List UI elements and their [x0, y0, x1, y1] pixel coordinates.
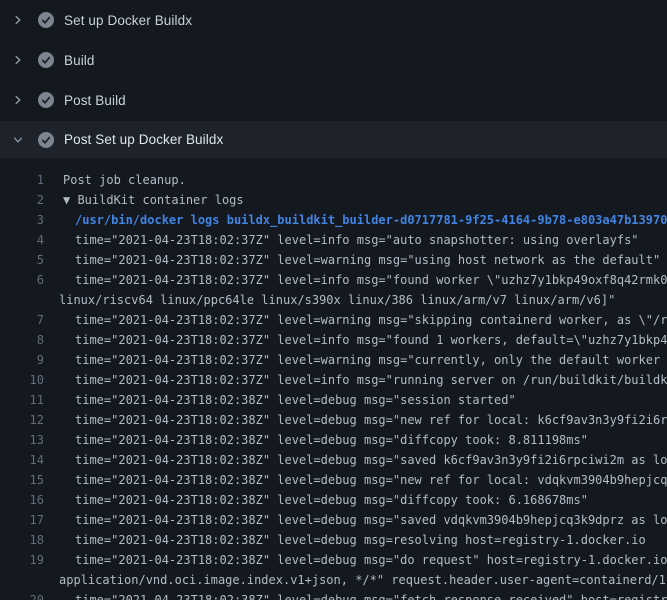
log-line: 8 time="2021-04-23T18:02:37Z" level=info… [0, 330, 667, 350]
log-line-number[interactable]: 8 [0, 330, 44, 350]
log-line-number[interactable]: 13 [0, 430, 44, 450]
log-line-number[interactable]: 18 [0, 530, 44, 550]
log-line-text: time="2021-04-23T18:02:38Z" level=debug … [44, 410, 667, 430]
log-line-text: application/vnd.oci.image.index.v1+json,… [44, 570, 667, 590]
log-line: 13 time="2021-04-23T18:02:38Z" level=deb… [0, 430, 667, 450]
log-line-text: time="2021-04-23T18:02:38Z" level=debug … [44, 550, 667, 570]
log-line: 11 time="2021-04-23T18:02:38Z" level=deb… [0, 390, 667, 410]
log-line-number[interactable]: 10 [0, 370, 44, 390]
log-line-text: Post job cleanup. [44, 170, 186, 190]
log-line: 20 time="2021-04-23T18:02:38Z" level=deb… [0, 590, 667, 600]
log-line-number[interactable]: 7 [0, 310, 44, 330]
step-row[interactable]: Post Set up Docker Buildx [0, 120, 667, 158]
check-circle-icon [38, 52, 54, 68]
log-line-number[interactable]: 3 [0, 210, 44, 230]
log-line: 2 ▼ BuildKit container logs [0, 190, 667, 210]
log-line: 10 time="2021-04-23T18:02:37Z" level=inf… [0, 370, 667, 390]
log-line-text: time="2021-04-23T18:02:37Z" level=warnin… [44, 310, 667, 330]
log-line: 4 time="2021-04-23T18:02:37Z" level=info… [0, 230, 667, 250]
step-label: Set up Docker Buildx [64, 13, 192, 28]
log-line: linux/riscv64 linux/ppc64le linux/s390x … [0, 290, 667, 310]
check-circle-icon [38, 92, 54, 108]
log-line: 1 Post job cleanup. [0, 170, 667, 190]
step-list: Set up Docker Buildx Build Post Buil [0, 0, 667, 158]
log-line: 7 time="2021-04-23T18:02:37Z" level=warn… [0, 310, 667, 330]
log-line-text: time="2021-04-23T18:02:37Z" level=warnin… [44, 250, 660, 270]
log-line: 5 time="2021-04-23T18:02:37Z" level=warn… [0, 250, 667, 270]
log-line-number[interactable]: 20 [0, 590, 44, 600]
step-label: Build [64, 53, 95, 68]
chevron-right-icon[interactable] [12, 52, 24, 68]
chevron-right-icon[interactable] [12, 92, 24, 108]
log-line-number [0, 290, 44, 310]
log-line-text: time="2021-04-23T18:02:37Z" level=warnin… [44, 350, 667, 370]
log-line-text: time="2021-04-23T18:02:37Z" level=info m… [44, 330, 667, 350]
log-line-text: time="2021-04-23T18:02:37Z" level=info m… [44, 230, 639, 250]
step-row[interactable]: Post Build [0, 80, 667, 120]
log-line: 18 time="2021-04-23T18:02:38Z" level=deb… [0, 530, 667, 550]
log-line-number[interactable]: 4 [0, 230, 44, 250]
command-line-text: /usr/bin/docker logs buildx_buildkit_bui… [44, 210, 667, 230]
log-line: 15 time="2021-04-23T18:02:38Z" level=deb… [0, 470, 667, 490]
log-line-number[interactable]: 16 [0, 490, 44, 510]
log-line-text: time="2021-04-23T18:02:38Z" level=debug … [44, 510, 667, 530]
log-line-text: time="2021-04-23T18:02:38Z" level=debug … [44, 470, 667, 490]
log-line-number[interactable]: 9 [0, 350, 44, 370]
log-line-text: time="2021-04-23T18:02:38Z" level=debug … [44, 490, 588, 510]
log-line-number[interactable]: 19 [0, 550, 44, 570]
log-line: application/vnd.oci.image.index.v1+json,… [0, 570, 667, 590]
step-label: Post Build [64, 93, 126, 108]
log-line-number [0, 570, 44, 590]
log-line-text: time="2021-04-23T18:02:37Z" level=info m… [44, 370, 667, 390]
log-line: 6 time="2021-04-23T18:02:37Z" level=info… [0, 270, 667, 290]
log-line-number[interactable]: 14 [0, 450, 44, 470]
log-line-text: time="2021-04-23T18:02:38Z" level=debug … [44, 390, 516, 410]
check-circle-icon [38, 12, 54, 28]
log-line: 9 time="2021-04-23T18:02:37Z" level=warn… [0, 350, 667, 370]
log-line-number[interactable]: 5 [0, 250, 44, 270]
log-line: 16 time="2021-04-23T18:02:38Z" level=deb… [0, 490, 667, 510]
chevron-down-icon[interactable] [12, 132, 24, 148]
log-line-text: time="2021-04-23T18:02:38Z" level=debug … [44, 430, 588, 450]
log-line-text: time="2021-04-23T18:02:38Z" level=debug … [44, 590, 667, 600]
log-line-text: linux/riscv64 linux/ppc64le linux/s390x … [44, 290, 615, 310]
log-line-number[interactable]: 15 [0, 470, 44, 490]
log-line: 17 time="2021-04-23T18:02:38Z" level=deb… [0, 510, 667, 530]
log-line: 12 time="2021-04-23T18:02:38Z" level=deb… [0, 410, 667, 430]
log-line-text: time="2021-04-23T18:02:38Z" level=debug … [44, 450, 667, 470]
step-row[interactable]: Set up Docker Buildx [0, 0, 667, 40]
actions-log-viewer: Set up Docker Buildx Build Post Buil [0, 0, 667, 600]
step-row[interactable]: Build [0, 40, 667, 80]
log-line-number[interactable]: 17 [0, 510, 44, 530]
log-panel: 1 Post job cleanup. 2 ▼ BuildKit contain… [0, 158, 667, 600]
step-label: Post Set up Docker Buildx [64, 132, 223, 147]
log-line: 14 time="2021-04-23T18:02:38Z" level=deb… [0, 450, 667, 470]
check-circle-icon [38, 132, 54, 148]
chevron-right-icon[interactable] [12, 12, 24, 28]
log-line-number[interactable]: 6 [0, 270, 44, 290]
log-line-text: time="2021-04-23T18:02:37Z" level=info m… [44, 270, 667, 290]
log-line: 19 time="2021-04-23T18:02:38Z" level=deb… [0, 550, 667, 570]
log-line-number[interactable]: 1 [0, 170, 44, 190]
log-line-number[interactable]: 12 [0, 410, 44, 430]
log-line-number[interactable]: 11 [0, 390, 44, 410]
log-line: 3 /usr/bin/docker logs buildx_buildkit_b… [0, 210, 667, 230]
log-group-toggle[interactable]: ▼ BuildKit container logs [44, 190, 244, 210]
log-line-number[interactable]: 2 [0, 190, 44, 210]
log-line-text: time="2021-04-23T18:02:38Z" level=debug … [44, 530, 646, 550]
